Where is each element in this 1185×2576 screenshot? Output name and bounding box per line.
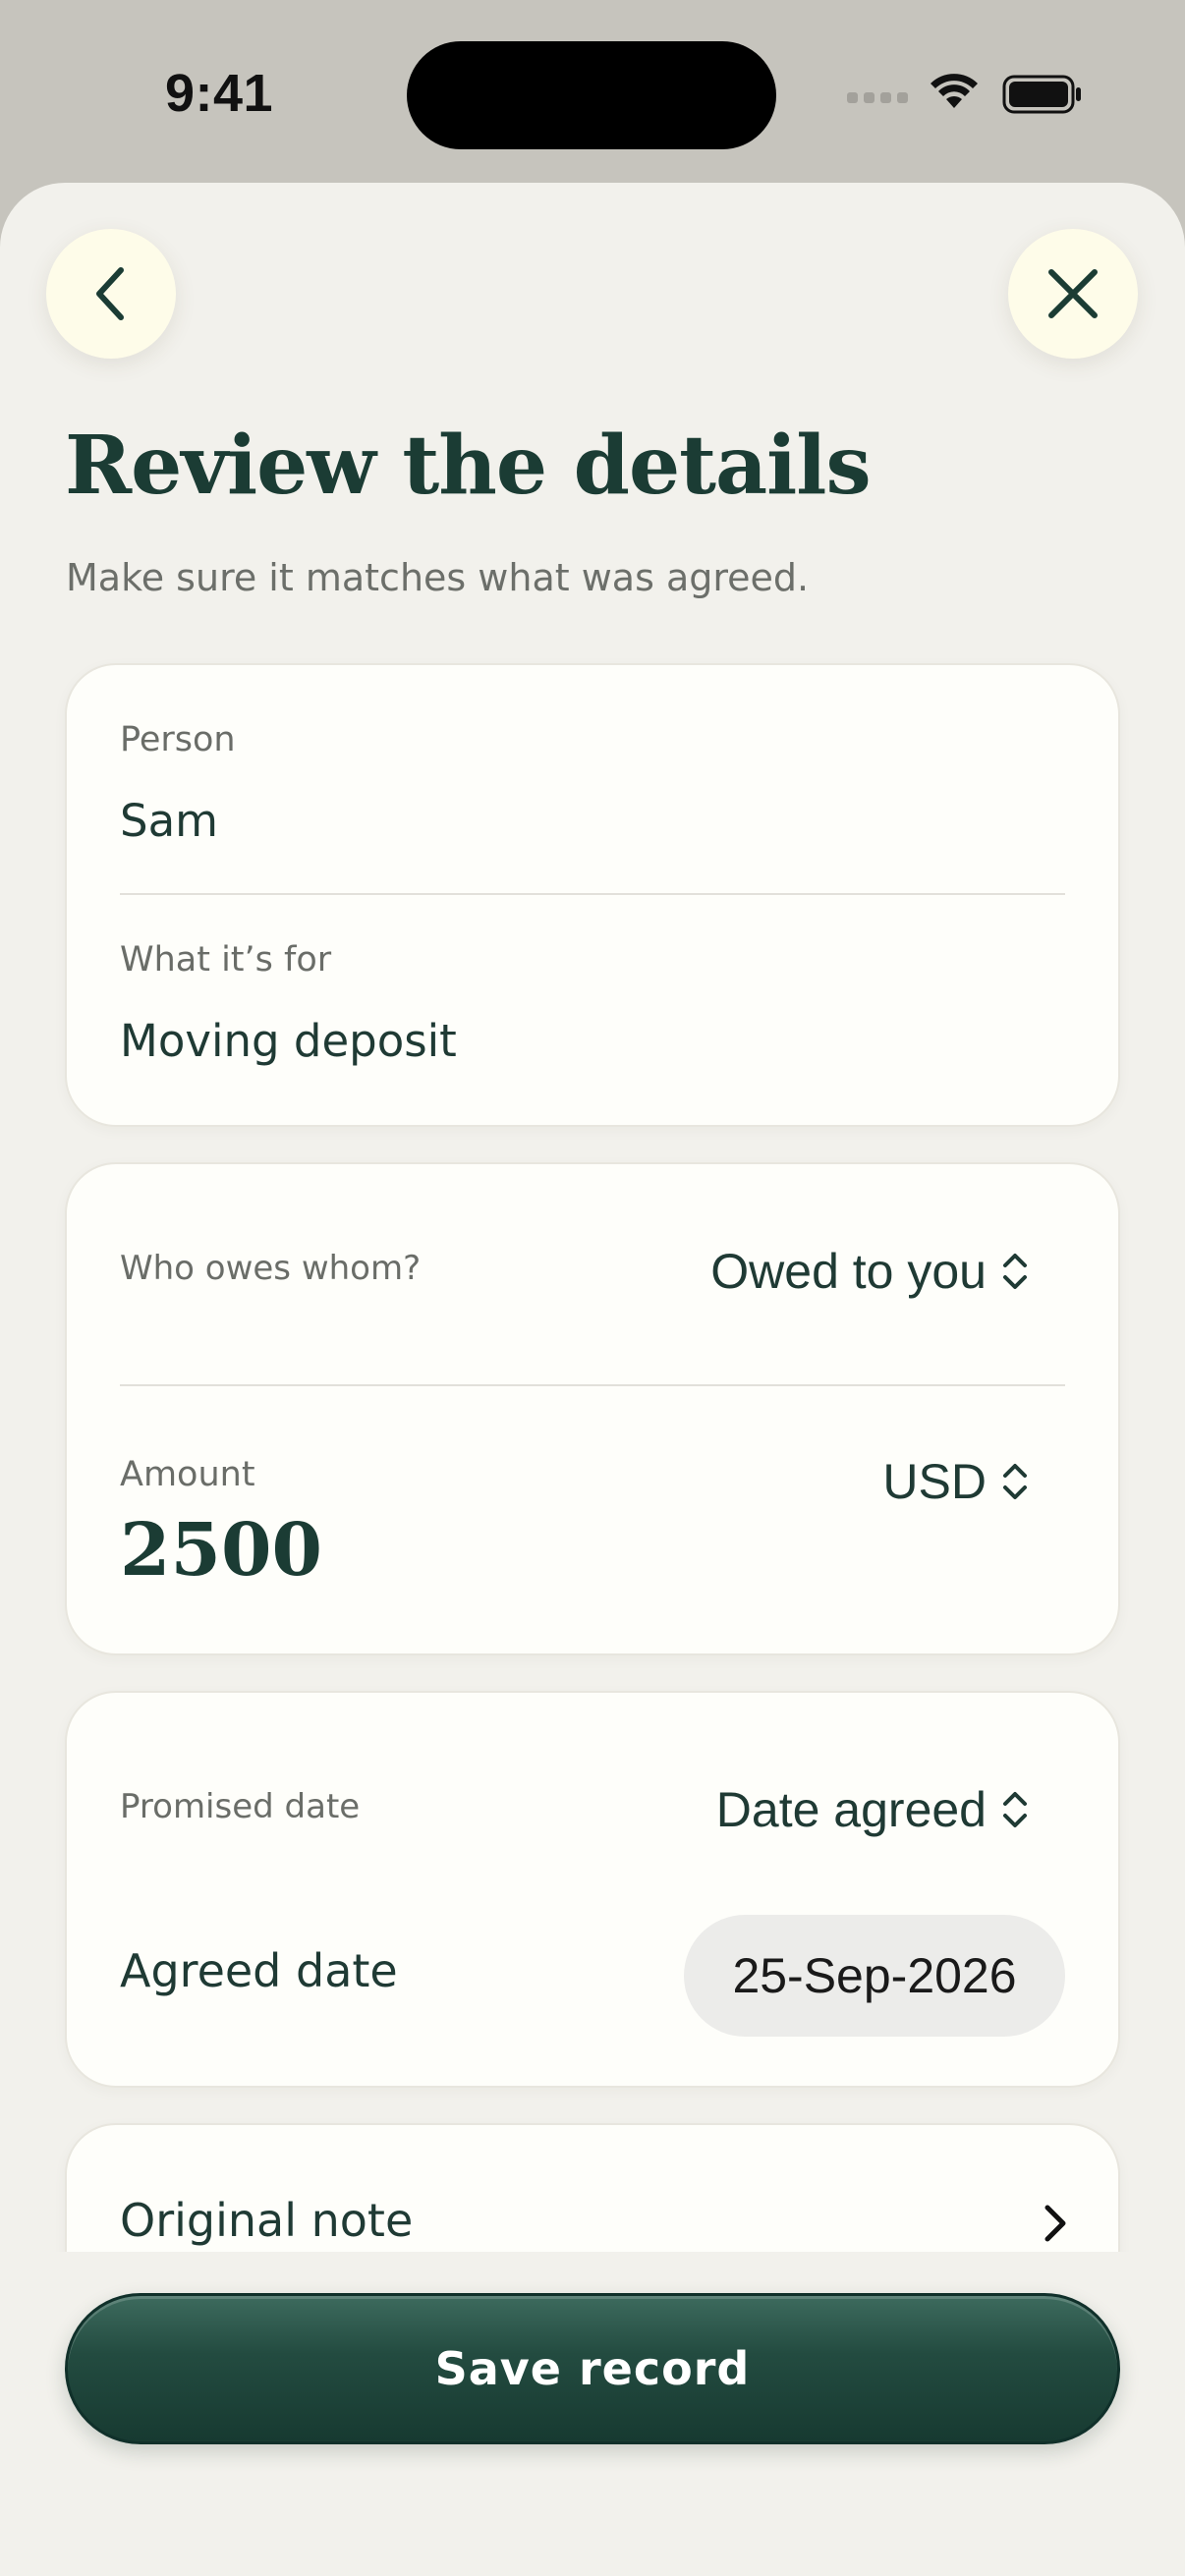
page-subtitle: Make sure it matches what was agreed. [66, 556, 810, 599]
status-time: 9:41 [165, 64, 274, 123]
cellular-signal-icon [847, 92, 908, 103]
agreed-date-button[interactable]: 25-Sep-2026 [684, 1915, 1065, 2037]
wifi-icon [931, 74, 978, 108]
promised-date-label: Promised date [120, 1787, 361, 1826]
promised-date-picker[interactable]: Date agreed [716, 1781, 1030, 1838]
screen: 9:41 Review the details Make sure it mat… [0, 0, 1185, 2576]
close-icon [1048, 269, 1098, 318]
original-note-label: Original note [120, 2194, 414, 2247]
status-bar: 9:41 [0, 0, 1185, 183]
date-card: Promised date Date agreed Agreed date 25… [65, 1691, 1120, 2088]
currency-value: USD [882, 1454, 987, 1509]
review-sheet: Review the details Make sure it matches … [0, 183, 1185, 2576]
status-icons [847, 71, 1083, 122]
agreed-date-label: Agreed date [120, 1944, 398, 1997]
battery-icon [1002, 75, 1081, 114]
divider [120, 1384, 1065, 1386]
chevron-up-down-icon [1003, 1792, 1027, 1827]
direction-picker[interactable]: Owed to you [710, 1243, 1030, 1300]
direction-label: Who owes whom? [120, 1249, 422, 1288]
promised-date-value: Date agreed [715, 1782, 987, 1837]
chevron-up-down-icon [1003, 1464, 1027, 1499]
dynamic-island [407, 41, 776, 149]
person-field[interactable]: Sam [120, 795, 218, 847]
purpose-field[interactable]: Moving deposit [120, 1015, 457, 1067]
details-card: Person Sam What it’s for Moving deposit [65, 663, 1120, 1127]
chevron-up-down-icon [1003, 1254, 1027, 1289]
amount-label: Amount [120, 1455, 255, 1494]
divider [120, 893, 1065, 895]
save-record-button[interactable]: Save record [65, 2293, 1120, 2444]
purpose-label: What it’s for [120, 940, 332, 980]
person-label: Person [120, 720, 236, 759]
direction-value: Owed to you [710, 1244, 987, 1299]
currency-picker[interactable]: USD [882, 1453, 1030, 1510]
chevron-right-icon [1044, 2205, 1066, 2242]
amount-card: Who owes whom? Owed to you Amount 2500 U… [65, 1162, 1120, 1655]
back-button[interactable] [46, 229, 176, 359]
chevron-left-icon [96, 267, 124, 320]
amount-field[interactable]: 2500 [120, 1508, 322, 1593]
page-title: Review the details [65, 419, 872, 513]
close-button[interactable] [1008, 229, 1138, 359]
